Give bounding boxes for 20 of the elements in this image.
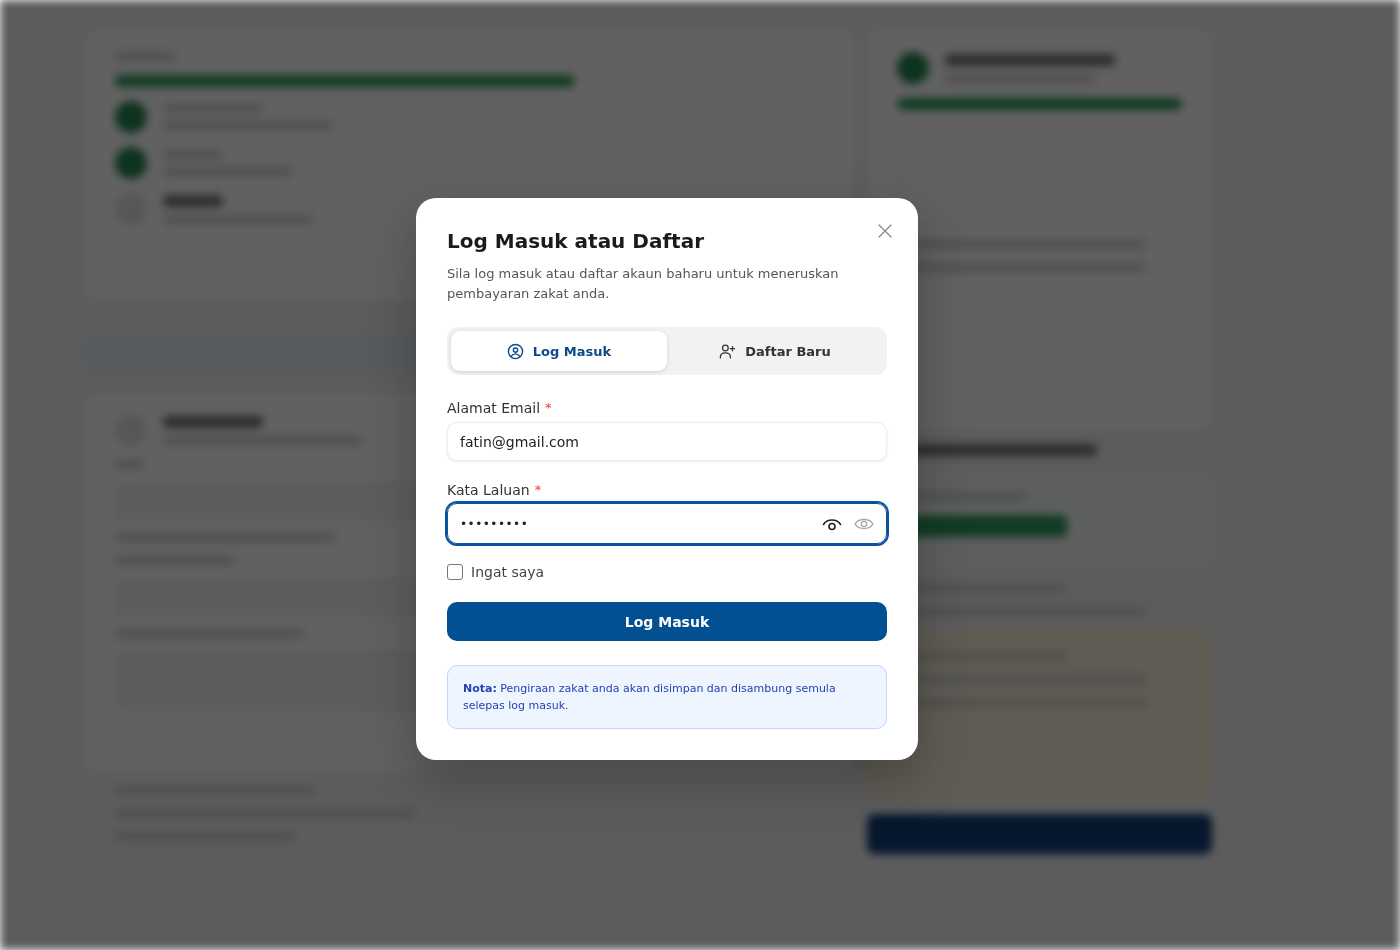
- login-tab[interactable]: Log Masuk: [451, 331, 667, 371]
- register-tab[interactable]: Daftar Baru: [667, 331, 883, 371]
- close-icon: [878, 224, 892, 238]
- eye-icon[interactable]: [854, 516, 874, 531]
- dialog-subtitle: Sila log masuk atau daftar akaun baharu untuk meneruskan pembayaran zakat anda.: [447, 265, 840, 303]
- required-asterisk: *: [545, 399, 552, 417]
- user-plus-icon: [719, 342, 737, 360]
- password-field[interactable]: •••••••••: [447, 503, 887, 544]
- field-label: Kata Laluan: [447, 481, 530, 499]
- eye-arc-icon[interactable]: [822, 516, 842, 531]
- dialog-title: Log Masuk atau Daftar: [447, 228, 706, 255]
- required-asterisk: *: [534, 481, 542, 499]
- remember-checkbox[interactable]: [447, 564, 463, 580]
- close-button[interactable]: [878, 224, 892, 238]
- login-button[interactable]: Log Masuk: [447, 602, 887, 641]
- email-field[interactable]: fatin@gmail.com: [447, 422, 887, 461]
- field-label: Alamat Email: [447, 399, 541, 417]
- checkbox-label[interactable]: Ingat saya: [471, 564, 545, 580]
- user-circle-icon: [506, 342, 524, 360]
- note-text: Nota: Pengiraan zakat anda akan disimpan dan disambung semula selepas log masuk.: [463, 681, 837, 714]
